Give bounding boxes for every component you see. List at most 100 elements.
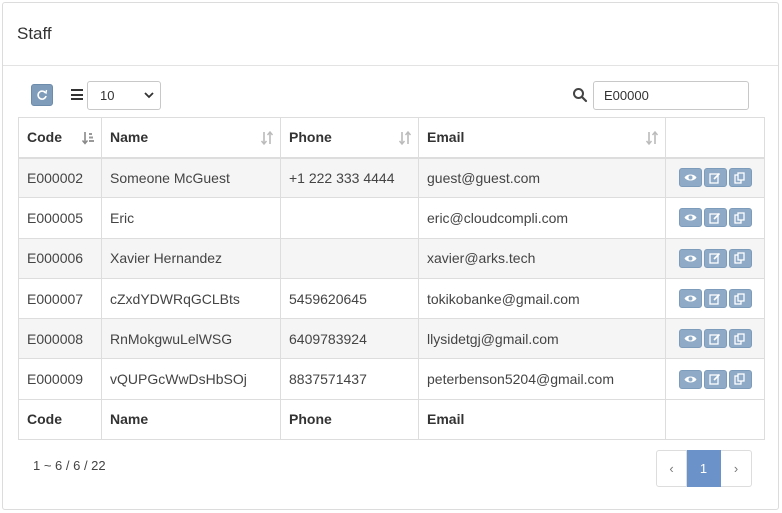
edit-icon bbox=[709, 373, 721, 385]
sort-icon bbox=[260, 130, 274, 146]
edit-button[interactable] bbox=[703, 289, 727, 309]
cell-phone: 6409783924 bbox=[280, 318, 419, 360]
column-header-name[interactable]: Name bbox=[101, 117, 281, 159]
prev-page-button[interactable]: ‹ bbox=[656, 450, 687, 487]
edit-icon bbox=[709, 333, 721, 345]
eye-icon bbox=[684, 375, 697, 384]
table-row: E000002 Someone McGuest +1 222 333 4444 gue… bbox=[18, 156, 765, 199]
cell-phone: 8837571437 bbox=[280, 358, 419, 400]
footer-actions bbox=[665, 398, 765, 440]
column-header-email[interactable]: Email bbox=[418, 117, 666, 159]
cell-name: RnMokgwuLelWSG bbox=[101, 318, 281, 360]
next-page-button[interactable]: › bbox=[721, 450, 752, 487]
chevron-down-icon bbox=[144, 92, 154, 99]
cell-phone bbox=[280, 197, 419, 239]
footer-name: Name bbox=[101, 398, 281, 440]
eye-icon bbox=[684, 294, 697, 303]
column-header-code[interactable]: Code bbox=[18, 117, 102, 159]
copy-icon bbox=[734, 333, 746, 345]
edit-button[interactable] bbox=[703, 208, 727, 228]
edit-button[interactable] bbox=[703, 248, 727, 268]
page-1-button[interactable]: 1 bbox=[687, 450, 721, 487]
cell-email: tokikobanke@gmail.com bbox=[418, 277, 666, 320]
footer-code: Code bbox=[18, 398, 102, 440]
cell-phone: +1 222 333 4444 bbox=[280, 156, 419, 199]
sort-asc-icon bbox=[81, 132, 94, 145]
columns-menu-icon[interactable] bbox=[71, 89, 83, 100]
cell-name: Eric bbox=[101, 197, 281, 239]
copy-icon bbox=[734, 172, 746, 184]
cell-code: E000005 bbox=[18, 197, 102, 239]
copy-icon bbox=[734, 292, 746, 305]
copy-button[interactable] bbox=[728, 248, 752, 268]
copy-button[interactable] bbox=[728, 289, 752, 309]
footer-email: Email bbox=[418, 398, 666, 440]
copy-button[interactable] bbox=[728, 168, 752, 188]
edit-icon bbox=[709, 293, 721, 305]
row-actions bbox=[674, 208, 756, 228]
edit-button[interactable] bbox=[703, 369, 727, 389]
cell-actions bbox=[665, 277, 765, 320]
column-header-actions bbox=[665, 117, 765, 159]
cell-actions bbox=[665, 318, 765, 360]
table-header-row: Code Name Phone Email bbox=[18, 117, 765, 159]
edit-button[interactable] bbox=[703, 168, 727, 188]
table-row: E000005 Eric eric@cloudcompli.com bbox=[18, 197, 765, 239]
staff-table: Code Name Phone Email E000002 Someone Mc… bbox=[18, 117, 765, 440]
table-row: E000009 vQUPGcWwDsHbSOj 8837571437 peterben… bbox=[18, 358, 765, 400]
view-button[interactable] bbox=[678, 248, 702, 268]
cell-code: E000002 bbox=[18, 156, 102, 199]
cell-email: xavier@arks.tech bbox=[418, 237, 666, 279]
search-input[interactable]: E00000 bbox=[593, 81, 749, 110]
view-button[interactable] bbox=[678, 369, 702, 389]
cell-code: E000007 bbox=[18, 277, 102, 320]
cell-actions bbox=[665, 156, 765, 199]
view-button[interactable] bbox=[678, 289, 702, 309]
eye-icon bbox=[684, 213, 697, 222]
row-actions bbox=[674, 369, 756, 389]
cell-name: cZxdYDWRqGCLBts bbox=[101, 277, 281, 320]
row-actions bbox=[674, 168, 756, 188]
staff-panel: Staff 10 E00000 Code Name Phone Email E0… bbox=[2, 2, 779, 510]
cell-actions bbox=[665, 358, 765, 400]
page-title: Staff bbox=[17, 24, 52, 43]
cell-code: E000006 bbox=[18, 237, 102, 279]
eye-icon bbox=[684, 173, 697, 182]
cell-actions bbox=[665, 237, 765, 279]
eye-icon bbox=[684, 254, 697, 263]
refresh-icon bbox=[37, 89, 48, 100]
edit-button[interactable] bbox=[703, 329, 727, 349]
pagination: ‹ 1 › bbox=[656, 450, 752, 487]
table-footer-row: Code Name Phone Email bbox=[18, 398, 765, 440]
cell-code: E000009 bbox=[18, 358, 102, 400]
column-header-phone[interactable]: Phone bbox=[280, 117, 419, 159]
table-row: E000007 cZxdYDWRqGCLBts 5459620645 tokikoba… bbox=[18, 277, 765, 320]
cell-email: llysidetgj@gmail.com bbox=[418, 318, 666, 360]
row-actions bbox=[674, 248, 756, 268]
copy-button[interactable] bbox=[728, 369, 752, 389]
copy-button[interactable] bbox=[728, 329, 752, 349]
cell-phone: 5459620645 bbox=[280, 277, 419, 320]
footer-phone: Phone bbox=[280, 398, 419, 440]
cell-code: E000008 bbox=[18, 318, 102, 360]
cell-name: vQUPGcWwDsHbSOj bbox=[101, 358, 281, 400]
edit-icon bbox=[709, 252, 721, 264]
cell-email: guest@guest.com bbox=[418, 156, 666, 199]
edit-icon bbox=[709, 172, 721, 184]
copy-button[interactable] bbox=[728, 208, 752, 228]
sort-icon bbox=[398, 130, 412, 146]
pagination-summary: 1 ~ 6 / 6 / 22 bbox=[33, 458, 106, 473]
table-toolbar: 10 E00000 bbox=[3, 81, 778, 113]
view-button[interactable] bbox=[678, 208, 702, 228]
cell-phone bbox=[280, 237, 419, 279]
copy-icon bbox=[734, 252, 746, 264]
cell-name: Xavier Hernandez bbox=[101, 237, 281, 279]
view-button[interactable] bbox=[678, 329, 702, 349]
row-actions bbox=[674, 289, 756, 309]
page-size-select[interactable]: 10 bbox=[87, 81, 161, 110]
page-size-value: 10 bbox=[100, 88, 115, 103]
refresh-button[interactable] bbox=[31, 84, 53, 106]
search-icon bbox=[573, 88, 588, 103]
table-body: E000002 Someone McGuest +1 222 333 4444 gue… bbox=[18, 156, 765, 400]
view-button[interactable] bbox=[678, 168, 702, 188]
